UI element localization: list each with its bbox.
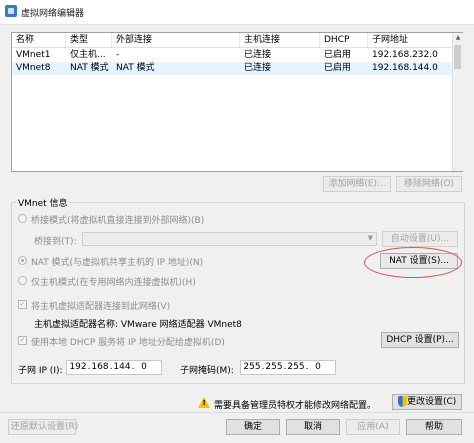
add-network-button[interactable]: 添加网络(E)... (323, 176, 391, 192)
list-header: 名称 类型 外部连接 主机连接 DHCP 子网地址 (12, 33, 452, 48)
cell-dhcp: 已启用 (324, 63, 352, 73)
list-scrollbar[interactable]: ▲ (452, 33, 463, 171)
cell-name: VMnet8 (16, 63, 51, 73)
chevron-down-icon: ▼ (367, 234, 373, 242)
change-settings-label: 更改设置(C) (407, 397, 457, 407)
hostonly-mode-label: 仅主机模式(在专用网络内连接虚拟机)(H) (31, 278, 196, 288)
apply-button[interactable]: 应用(A) (346, 419, 400, 435)
network-editor-icon (5, 5, 17, 17)
subnet-ip-octet-4: 0 (141, 362, 147, 372)
admin-notice: 需要具备管理员特权才能修改网络配置。 (214, 401, 377, 411)
nat-mode-label: NAT 模式(与虚拟机共享主机的 IP 地址)(N) (31, 258, 204, 268)
cancel-button[interactable]: 取消 (286, 419, 340, 435)
subnet-mask-label: 子网掩码(M): (180, 366, 234, 376)
subnet-ip-octet-2: 168 (91, 362, 109, 372)
hostonly-mode-radio[interactable] (18, 276, 27, 285)
dhcp-settings-button[interactable]: DHCP 设置(P)... (381, 332, 459, 348)
auto-settings-button[interactable]: 自动设置(U)... (382, 231, 458, 247)
title-bar[interactable]: 虚拟网络编辑器 (0, 0, 474, 25)
subnet-mask-octet-3: 255 (287, 362, 305, 372)
cell-type: NAT 模式 (70, 63, 109, 73)
subnet-ip-octet-1: 192 (69, 362, 87, 372)
uac-shield-icon (398, 396, 407, 407)
subnet-ip-input[interactable]: 192 . 168 . 144 . 0 (66, 360, 162, 375)
table-row-vmnet8[interactable]: VMnet8 NAT 模式 NAT 模式 已连接 已启用 192.168.144… (12, 62, 452, 75)
connect-adapter-label: 将主机虚拟适配器连接到此网络(V) (31, 302, 171, 312)
use-dhcp-checkbox[interactable]: ✓ (18, 336, 27, 345)
subnet-ip-label: 子网 IP (I): (18, 366, 63, 376)
column-header-type[interactable]: 类型 (66, 33, 112, 47)
connect-adapter-checkbox[interactable]: ✓ (18, 300, 27, 309)
adapter-name-label: 主机虚拟适配器名称: VMware 网络适配器 VMnet8 (34, 320, 242, 330)
cell-dhcp: 已启用 (324, 50, 352, 60)
cell-subnet: 192.168.144.0 (372, 63, 438, 73)
cell-host: 已连接 (244, 63, 272, 73)
footer-divider (0, 412, 474, 413)
column-header-name[interactable]: 名称 (12, 33, 66, 47)
column-header-external[interactable]: 外部连接 (112, 33, 240, 47)
cell-subnet: 192.168.232.0 (372, 50, 438, 60)
cell-host: 已连接 (244, 50, 272, 60)
subnet-mask-octet-1: 255 (243, 362, 261, 372)
subnet-mask-octet-4: 0 (315, 362, 321, 372)
highlight-ellipse (364, 247, 462, 278)
use-dhcp-label: 使用本地 DHCP 服务将 IP 地址分配给虚拟机(D) (31, 338, 225, 348)
restore-defaults-button[interactable]: 还原默认设置(R) (8, 419, 78, 435)
column-header-dhcp[interactable]: DHCP (320, 33, 368, 47)
cell-name: VMnet1 (16, 50, 51, 60)
subnet-mask-octet-2: 255 (265, 362, 283, 372)
remove-network-button[interactable]: 移除网络(O) (396, 176, 462, 192)
scroll-up-arrow-icon[interactable]: ▲ (453, 33, 463, 43)
cell-external: NAT 模式 (116, 63, 155, 73)
bridged-to-label: 桥接到(T): (34, 237, 77, 247)
nat-mode-radio[interactable] (18, 256, 27, 265)
subnet-ip-octet-3: 144 (113, 362, 131, 372)
bridged-to-select[interactable]: ▼ (82, 232, 377, 246)
bridged-mode-radio[interactable] (18, 214, 27, 223)
cell-external: - (116, 50, 120, 60)
scroll-thumb[interactable] (454, 45, 461, 69)
bridged-mode-label: 桥接模式(将虚拟机直接连接到外部网络)(B) (31, 216, 205, 226)
subnet-mask-input[interactable]: 255 . 255 . 255 . 0 (240, 360, 336, 375)
vmnet-info-legend: VMnet 信息 (16, 196, 70, 209)
table-row-vmnet1[interactable]: VMnet1 仅主机... - 已连接 已启用 192.168.232.0 (12, 49, 452, 62)
cell-type: 仅主机... (70, 50, 106, 60)
window-title: 虚拟网络编辑器 (21, 9, 85, 19)
help-button[interactable]: 帮助 (406, 419, 462, 435)
ok-button[interactable]: 确定 (226, 419, 280, 435)
vmnet-info-group (11, 202, 465, 384)
column-header-subnet[interactable]: 子网地址 (368, 33, 452, 47)
network-list[interactable]: 名称 类型 外部连接 主机连接 DHCP 子网地址 VMnet1 仅主机... … (11, 32, 463, 172)
column-header-host[interactable]: 主机连接 (240, 33, 320, 47)
